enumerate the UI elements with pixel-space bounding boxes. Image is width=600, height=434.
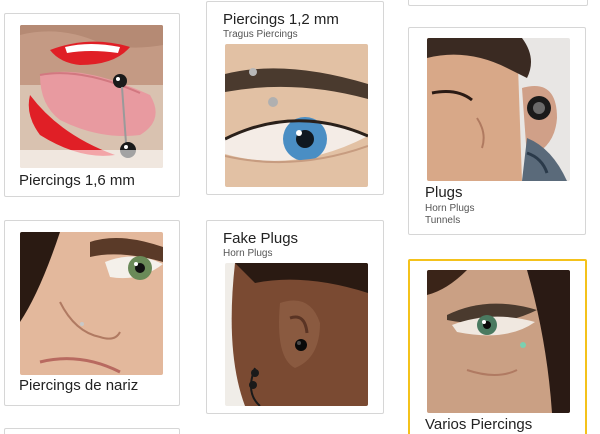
category-image-nose-piercing[interactable]: [20, 232, 163, 375]
category-title[interactable]: Piercings 1,2 mm: [223, 11, 339, 28]
face-piercing-image: [427, 270, 570, 413]
category-image-fake-plug[interactable]: [225, 263, 368, 406]
category-title[interactable]: Piercings de nariz: [19, 377, 138, 394]
category-card-partial-top[interactable]: [408, 0, 588, 6]
nose-piercing-image: [20, 232, 163, 375]
category-subtitle[interactable]: Horn Plugs: [223, 248, 272, 260]
category-title[interactable]: Piercings 1,6 mm: [19, 172, 135, 189]
category-title[interactable]: Fake Plugs: [223, 230, 298, 247]
category-subtitle[interactable]: Tunnels: [425, 215, 460, 227]
category-title[interactable]: Varios Piercings: [425, 416, 532, 433]
category-card-selected[interactable]: Varios Piercings: [408, 259, 587, 434]
category-card[interactable]: Fake Plugs Horn Plugs: [206, 220, 384, 414]
ear-plug-image: [427, 38, 570, 181]
category-title[interactable]: Plugs: [425, 184, 463, 201]
fake-plug-image: [225, 263, 368, 406]
category-image-eyebrow-piercing[interactable]: [225, 44, 368, 187]
category-card[interactable]: Piercings de nariz: [4, 220, 180, 406]
category-card[interactable]: Piercings 1,6 mm: [4, 13, 180, 197]
category-card[interactable]: Plugs Horn Plugs Tunnels: [408, 27, 586, 235]
category-card-partial-bottom[interactable]: [4, 428, 180, 434]
category-image-tongue-piercing[interactable]: [20, 25, 163, 168]
category-subtitle[interactable]: Tragus Piercings: [223, 29, 298, 41]
category-card[interactable]: Piercings 1,2 mm Tragus Piercings: [206, 1, 384, 195]
category-image-eye-face-piercing[interactable]: [427, 270, 570, 413]
category-subtitle[interactable]: Horn Plugs: [425, 203, 474, 215]
category-image-ear-plug[interactable]: [427, 38, 570, 181]
eyebrow-piercing-image: [225, 44, 368, 187]
tongue-piercing-image: [20, 25, 163, 168]
